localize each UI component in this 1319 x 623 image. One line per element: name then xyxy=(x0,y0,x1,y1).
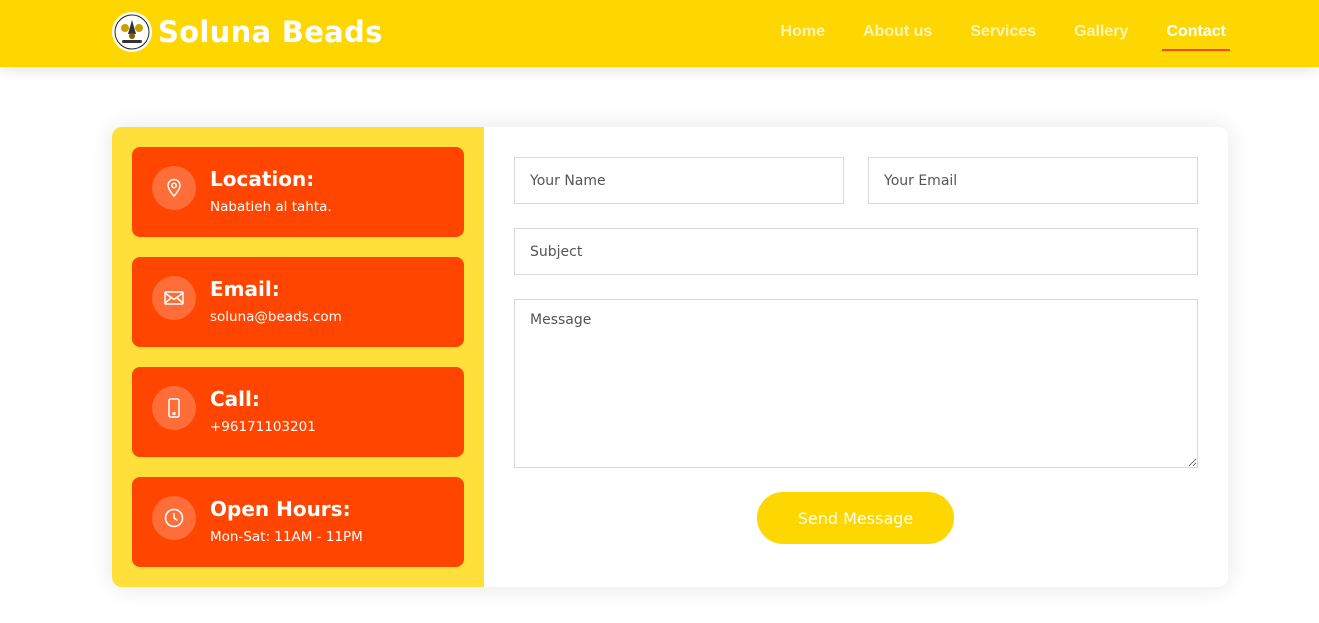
phone-icon xyxy=(152,386,196,430)
main-nav: Home About us Services Gallery Contact xyxy=(745,0,1230,64)
send-message-button[interactable]: Send Message xyxy=(757,492,954,544)
info-box-email: Email: soluna@beads.com xyxy=(132,257,464,347)
call-text: +96171103201 xyxy=(210,419,316,435)
nav-about-us[interactable]: About us xyxy=(861,17,934,47)
info-box-hours: Open Hours: Mon-Sat: 11AM - 11PM xyxy=(132,477,464,567)
beads-logo-icon xyxy=(112,12,152,52)
clock-icon xyxy=(152,496,196,540)
call-title: Call: xyxy=(210,387,260,411)
location-title: Location: xyxy=(210,167,315,191)
envelope-icon xyxy=(152,276,196,320)
brand-name: Soluna Beads xyxy=(158,15,383,49)
email-input[interactable] xyxy=(868,157,1198,204)
map-pin-icon xyxy=(152,166,196,210)
nav-home[interactable]: Home xyxy=(779,17,827,47)
message-textarea[interactable] xyxy=(514,299,1198,468)
name-input[interactable] xyxy=(514,157,844,204)
site-header: Soluna Beads Home About us Services Gall… xyxy=(0,0,1319,67)
email-text: soluna@beads.com xyxy=(210,309,342,325)
hours-text: Mon-Sat: 11AM - 11PM xyxy=(210,529,363,545)
contact-info-panel: Location: Nabatieh al tahta. Email: solu… xyxy=(112,127,484,587)
nav-contact[interactable]: Contact xyxy=(1162,17,1230,51)
info-box-location: Location: Nabatieh al tahta. xyxy=(132,147,464,237)
subject-input[interactable] xyxy=(514,228,1198,275)
info-box-call: Call: +96171103201 xyxy=(132,367,464,457)
nav-services[interactable]: Services xyxy=(968,17,1038,47)
brand[interactable]: Soluna Beads xyxy=(112,12,383,52)
contact-card: Location: Nabatieh al tahta. Email: solu… xyxy=(112,127,1228,587)
location-text: Nabatieh al tahta. xyxy=(210,199,332,215)
hours-title: Open Hours: xyxy=(210,497,351,521)
nav-gallery[interactable]: Gallery xyxy=(1072,17,1130,47)
email-title: Email: xyxy=(210,277,280,301)
